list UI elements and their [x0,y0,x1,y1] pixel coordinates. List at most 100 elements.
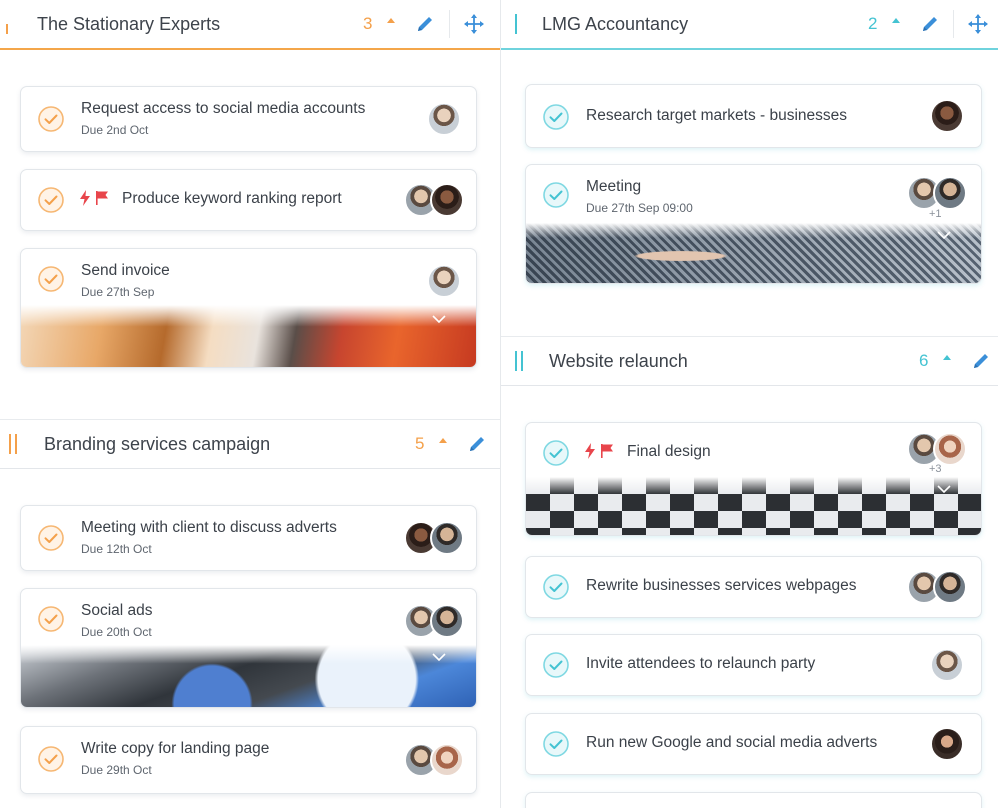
task-title: Rewrite businesses services webpages [586,577,857,594]
task-count: 6 [919,351,929,370]
drag-handle-icon[interactable] [4,14,12,34]
task-due-date: Due 27th Sep 09:00 [586,201,693,215]
task-card[interactable]: Meeting Due 27th Sep 09:00 +1 [525,164,982,284]
task-card[interactable]: Write copy for landing page Due 29th Oct [20,726,477,794]
pencil-icon[interactable] [919,13,941,35]
drag-handle-icon[interactable] [515,351,523,371]
check-circle-icon[interactable] [37,524,65,552]
task-title: Request access to social media accounts [81,100,366,117]
flag-icon [94,190,110,206]
task-card[interactable]: Produce keyword ranking report [20,169,477,231]
check-circle-icon[interactable] [37,186,65,214]
task-title: Research target markets - businesses [586,107,848,124]
check-circle-icon[interactable] [542,651,570,679]
task-count: 5 [415,434,425,453]
attachment-preview-image[interactable] [526,223,981,283]
attachment-preview-image[interactable] [526,477,981,535]
chevron-down-icon[interactable] [432,315,446,323]
drag-handle-icon[interactable] [9,434,17,454]
task-count: 2 [868,14,878,33]
pencil-icon[interactable] [466,433,488,455]
check-circle-icon[interactable] [37,105,65,133]
task-title: Produce keyword ranking report [122,190,342,207]
chevron-down-icon[interactable] [432,653,446,661]
group-header: The Stationary Experts 3 [0,0,500,50]
avatar[interactable] [430,743,464,777]
task-title: Invite attendees to relaunch party [586,655,816,672]
task-title: Send invoice [81,262,170,279]
check-circle-icon[interactable] [542,103,570,131]
group-title: Website relaunch [549,351,688,371]
extra-assignees-count: +3 [929,463,942,475]
group-title: The Stationary Experts [37,14,221,34]
task-card[interactable] [525,792,982,808]
caret-up-icon[interactable] [892,18,900,23]
task-card[interactable]: Request access to social media accounts … [20,86,477,152]
task-title: Meeting [586,178,642,195]
task-card[interactable]: Rewrite businesses services webpages [525,556,982,618]
lightning-icon [584,443,596,459]
task-title: Meeting with client to discuss adverts [81,519,337,536]
header-divider [953,10,954,38]
left-column: The Stationary Experts 3 Request access … [0,0,501,808]
drag-handle-icon[interactable] [515,14,523,34]
pencil-icon[interactable] [414,13,436,35]
caret-up-icon[interactable] [943,355,951,360]
avatar[interactable] [930,727,964,761]
task-title: Final design [627,443,711,460]
task-flags [79,190,110,206]
pencil-icon[interactable] [970,350,992,372]
task-due-date: Due 12th Oct [81,542,152,556]
move-arrows-icon[interactable] [967,13,989,35]
extra-assignees-count: +1 [929,208,942,220]
attachment-preview-image[interactable] [21,645,476,707]
task-flags [584,443,615,459]
task-card[interactable]: Final design +3 [525,422,982,536]
task-due-date: Due 2nd Oct [81,123,149,137]
group-header: Branding services campaign 5 [0,419,500,469]
task-card[interactable]: Run new Google and social media adverts [525,713,982,775]
group-title: Branding services campaign [44,434,271,454]
avatar[interactable] [930,648,964,682]
avatar[interactable] [427,102,461,136]
task-due-date: Due 29th Oct [81,763,152,777]
task-card[interactable]: Research target markets - businesses [525,84,982,148]
check-circle-icon[interactable] [542,573,570,601]
right-column: LMG Accountancy 2 Research target market… [501,0,998,808]
flag-icon [599,443,615,459]
chevron-down-icon[interactable] [937,231,951,239]
chevron-down-icon[interactable] [937,485,951,493]
task-title: Run new Google and social media adverts [586,734,878,751]
avatar[interactable] [933,570,967,604]
attachment-preview-image[interactable] [21,305,476,367]
move-arrows-icon[interactable] [463,13,485,35]
check-circle-icon[interactable] [542,730,570,758]
task-card[interactable]: Invite attendees to relaunch party [525,634,982,696]
check-circle-icon[interactable] [542,181,570,209]
caret-up-icon[interactable] [439,438,447,443]
check-circle-icon[interactable] [37,745,65,773]
task-title: Social ads [81,602,153,619]
check-circle-icon[interactable] [37,265,65,293]
avatar[interactable] [930,99,964,133]
lightning-icon [79,190,91,206]
task-card[interactable]: Send invoice Due 27th Sep [20,248,477,368]
check-circle-icon[interactable] [37,605,65,633]
avatar[interactable] [427,264,461,298]
avatar[interactable] [933,176,967,210]
task-count: 3 [363,14,373,33]
task-card[interactable]: Social ads Due 20th Oct [20,588,477,708]
header-divider [449,10,450,38]
task-title: Write copy for landing page [81,740,270,757]
avatar[interactable] [933,432,967,466]
task-due-date: Due 20th Oct [81,625,152,639]
check-circle-icon[interactable] [542,439,570,467]
avatar[interactable] [430,521,464,555]
avatar[interactable] [430,183,464,217]
caret-up-icon[interactable] [387,18,395,23]
group-header: Website relaunch 6 [501,336,998,386]
group-header: LMG Accountancy 2 [501,0,998,50]
task-card[interactable]: Meeting with client to discuss adverts D… [20,505,477,571]
avatar[interactable] [430,604,464,638]
group-title: LMG Accountancy [542,14,689,34]
